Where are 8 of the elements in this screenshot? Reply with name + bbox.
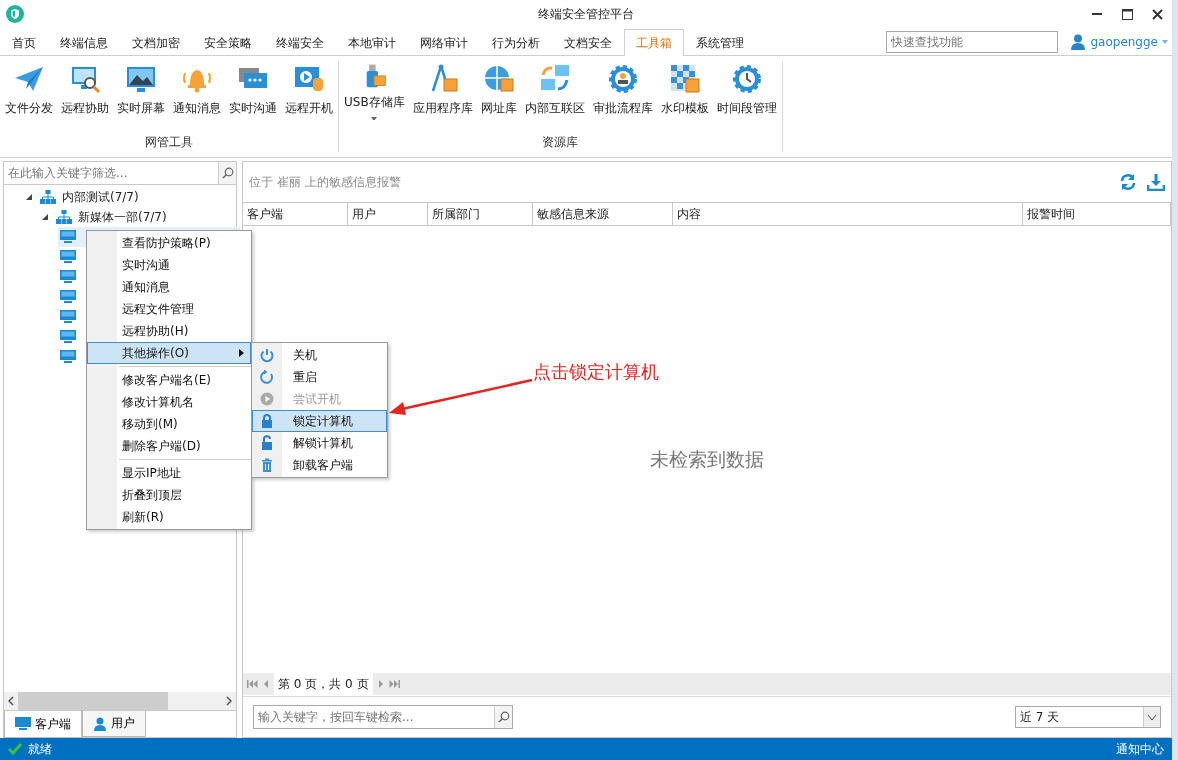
panel-title: 位于 崔丽 上的敏感信息报警 bbox=[249, 173, 401, 191]
window-title: 终端安全管控平台 bbox=[538, 6, 634, 21]
annotation-text: 点击锁定计算机 bbox=[533, 360, 659, 384]
empty-message: 未检索到数据 bbox=[650, 446, 764, 472]
group-label: 资源库 bbox=[542, 134, 579, 151]
group-label: 网管工具 bbox=[145, 134, 193, 151]
page-info: 第 0 页，共 0 页 bbox=[274, 672, 373, 696]
status-text: 就绪 bbox=[28, 740, 52, 758]
